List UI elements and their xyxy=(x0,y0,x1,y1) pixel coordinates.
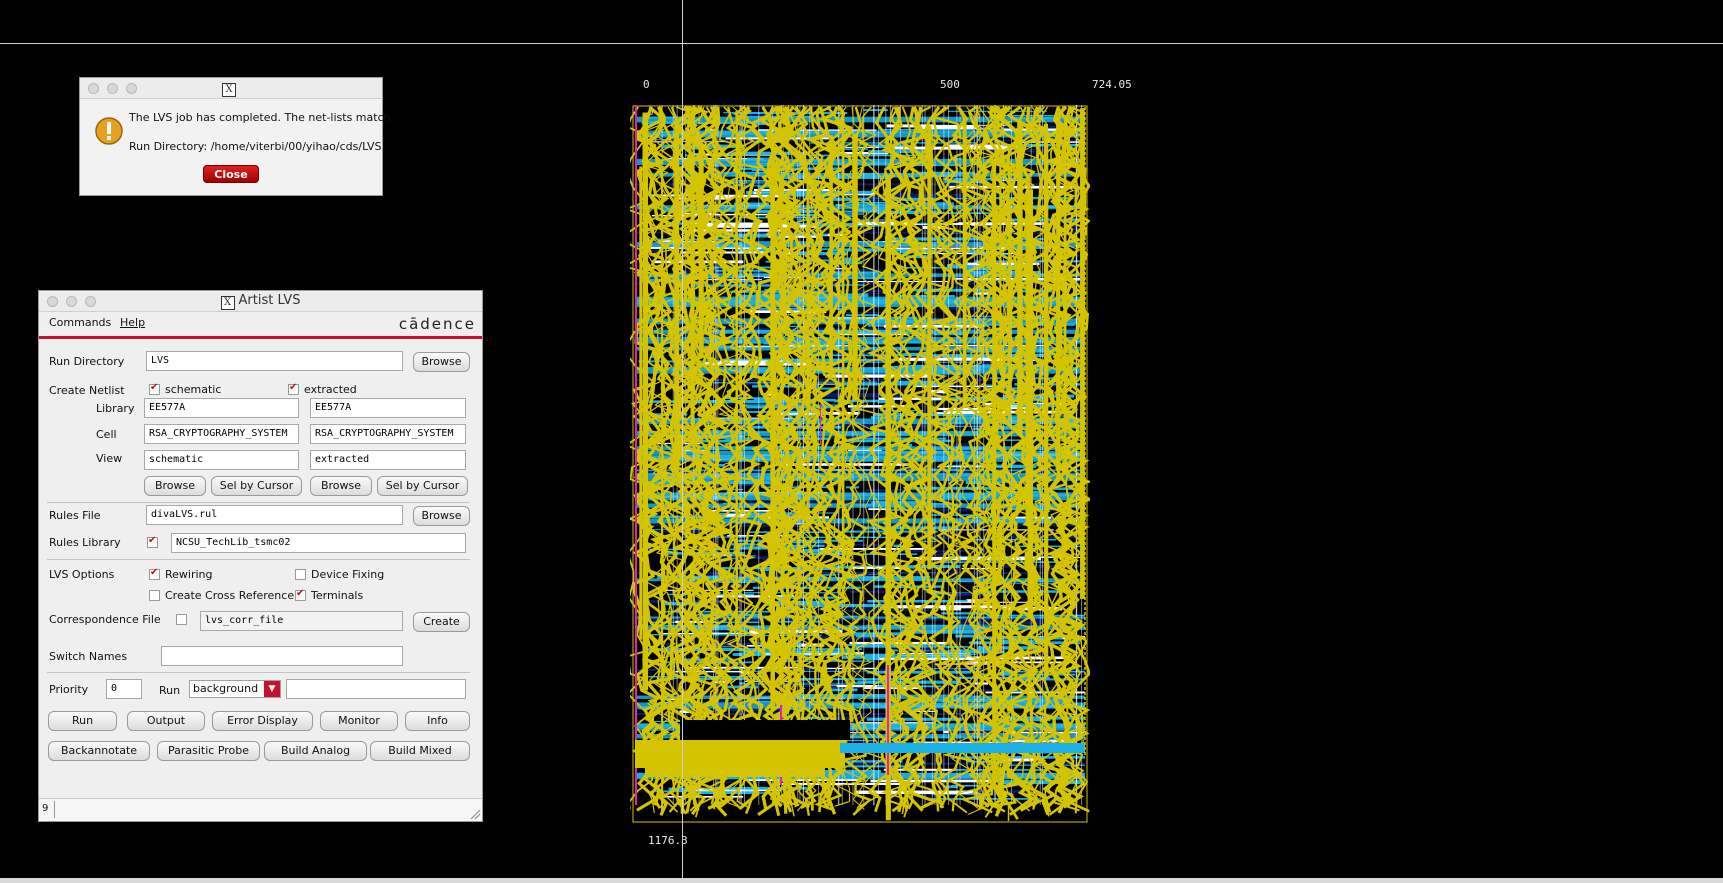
extracted-view-field[interactable]: extracted xyxy=(310,450,466,470)
ruler-label-0: 0 xyxy=(643,78,650,91)
switch-names-field[interactable] xyxy=(161,646,403,666)
run-directory-label: Run Directory xyxy=(49,355,125,368)
rules-library-checkbox[interactable] xyxy=(147,535,158,548)
build-mixed-button[interactable]: Build Mixed xyxy=(370,741,470,761)
correspondence-checkbox[interactable] xyxy=(176,614,187,625)
info-button[interactable]: Info xyxy=(405,711,470,731)
ruler-label-500: 500 xyxy=(940,78,960,91)
run-mode-value: background xyxy=(193,682,259,695)
rules-file-browse-button[interactable]: Browse xyxy=(413,506,470,526)
monitor-button[interactable]: Monitor xyxy=(320,711,398,731)
device-fixing-label: Device Fixing xyxy=(311,568,385,581)
output-button[interactable]: Output xyxy=(127,711,205,731)
error-display-button[interactable]: Error Display xyxy=(212,711,313,731)
status-bar: 9 xyxy=(39,798,482,821)
extracted-browse-button[interactable]: Browse xyxy=(310,476,372,496)
cursor-crosshair-horizontal xyxy=(0,43,1723,44)
ruler-label-max-x: 724.05 xyxy=(1092,78,1132,91)
menu-help[interactable]: Help xyxy=(120,316,145,329)
terminals-label: Terminals xyxy=(311,589,364,602)
schematic-library-field[interactable]: EE577A xyxy=(144,398,299,418)
terminals-checkbox[interactable] xyxy=(295,588,306,601)
extracted-checkbox[interactable] xyxy=(288,382,299,395)
status-number: 9 xyxy=(42,803,49,814)
schematic-browse-button[interactable]: Browse xyxy=(144,476,206,496)
dialog-run-directory: Run Directory: /home/viterbi/00/yihao/cd… xyxy=(129,140,382,153)
run-directory-field[interactable]: LVS xyxy=(146,351,403,371)
schematic-checkbox[interactable] xyxy=(149,382,160,395)
x11-icon: X xyxy=(222,83,236,97)
rules-file-field[interactable]: divaLVS.rul xyxy=(146,505,403,525)
cursor-crosshair-vertical xyxy=(682,0,683,883)
window-title: Artist LVS xyxy=(238,293,301,308)
resize-grip-icon[interactable] xyxy=(469,808,481,820)
rules-library-field[interactable]: NCSU_TechLib_tsmc02 xyxy=(171,533,466,553)
switch-names-label: Switch Names xyxy=(49,650,128,663)
extracted-checkbox-label: extracted xyxy=(304,383,357,396)
lvs-complete-dialog: X The LVS job has completed. The net-lis… xyxy=(79,77,394,196)
run-directory-browse-button[interactable]: Browse xyxy=(413,352,470,372)
device-fixing-checkbox[interactable] xyxy=(295,569,306,580)
schematic-cell-field[interactable]: RSA_CRYPTOGRAPHY_SYSTEM xyxy=(144,424,299,444)
rules-library-label: Rules Library xyxy=(49,536,121,549)
layout-canvas[interactable] xyxy=(630,105,1090,835)
bottom-status-strip xyxy=(0,878,1723,883)
run-button[interactable]: Run xyxy=(48,711,117,731)
run-mode-select[interactable]: background ▼ xyxy=(189,680,281,698)
x11-icon: X xyxy=(220,296,235,310)
extracted-sel-by-cursor-button[interactable]: Sel by Cursor xyxy=(377,476,468,496)
extracted-cell-field[interactable]: RSA_CRYPTOGRAPHY_SYSTEM xyxy=(310,424,466,444)
section-divider xyxy=(47,672,470,673)
correspondence-create-button[interactable]: Create xyxy=(413,612,470,632)
artist-lvs-window: X Artist LVS Commands Help cādence Run Di… xyxy=(38,290,483,822)
schematic-checkbox-label: schematic xyxy=(165,383,222,396)
rules-file-label: Rules File xyxy=(49,509,101,522)
menu-commands[interactable]: Commands xyxy=(49,316,111,329)
correspondence-file-label: Correspondence File xyxy=(49,613,161,626)
view-label: View xyxy=(96,452,123,465)
status-divider xyxy=(54,801,55,818)
section-divider xyxy=(47,559,470,560)
cell-label: Cell xyxy=(96,428,117,441)
cross-reference-label: Create Cross Reference xyxy=(165,589,295,602)
run-extra-field[interactable] xyxy=(286,679,466,699)
backannotate-button[interactable]: Backannotate xyxy=(48,741,150,761)
priority-field[interactable]: 0 xyxy=(106,679,142,699)
lvs-titlebar[interactable]: X Artist LVS xyxy=(39,291,482,312)
rewiring-label: Rewiring xyxy=(165,568,213,581)
create-netlist-label: Create Netlist xyxy=(49,384,125,397)
rewiring-checkbox[interactable] xyxy=(149,567,160,580)
build-analog-button[interactable]: Build Analog xyxy=(264,741,367,761)
cadence-logo: cādence xyxy=(398,315,476,333)
schematic-view-field[interactable]: schematic xyxy=(144,450,299,470)
library-label: Library xyxy=(96,402,135,415)
run-mode-label: Run xyxy=(159,684,181,697)
warning-icon xyxy=(95,117,123,145)
dialog-titlebar[interactable]: X xyxy=(80,78,382,99)
close-button[interactable]: Close xyxy=(203,165,259,183)
menubar: Commands Help cādence xyxy=(39,312,482,339)
lvs-options-label: LVS Options xyxy=(49,568,115,581)
extracted-library-field[interactable]: EE577A xyxy=(310,398,466,418)
dialog-message: The LVS job has completed. The net-lists… xyxy=(129,111,395,124)
schematic-sel-by-cursor-button[interactable]: Sel by Cursor xyxy=(211,476,302,496)
parasitic-probe-button[interactable]: Parasitic Probe xyxy=(157,741,260,761)
cross-reference-checkbox[interactable] xyxy=(149,590,160,601)
correspondence-file-field[interactable]: lvs_corr_file xyxy=(200,611,403,631)
chevron-down-icon: ▼ xyxy=(264,681,280,697)
section-divider xyxy=(47,502,470,503)
priority-label: Priority xyxy=(49,683,89,696)
